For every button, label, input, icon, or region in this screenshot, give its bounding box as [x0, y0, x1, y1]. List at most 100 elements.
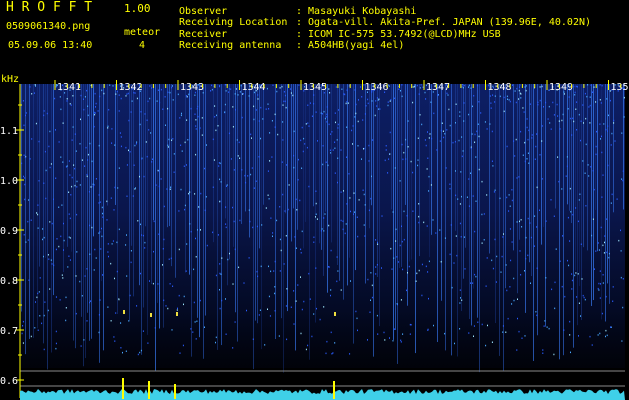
- noise-dot: [358, 99, 359, 101]
- meteor-echo: [176, 312, 178, 316]
- signal-streak: [261, 84, 262, 350]
- noise-dot: [489, 95, 491, 97]
- signal-streak: [309, 84, 310, 360]
- noise-dot: [159, 101, 161, 104]
- noise-dot: [527, 217, 529, 220]
- noise-dot: [475, 156, 477, 158]
- noise-dot: [125, 95, 127, 97]
- noise-dot: [248, 95, 250, 97]
- noise-dot: [511, 199, 513, 202]
- noise-dot: [195, 125, 197, 127]
- noise-dot: [83, 98, 84, 100]
- noise-dot: [353, 213, 354, 215]
- noise-dot: [186, 164, 187, 166]
- noise-dot: [328, 88, 330, 90]
- noise-dot: [583, 122, 584, 124]
- noise-dot: [376, 97, 378, 99]
- noise-dot: [98, 202, 100, 204]
- signal-streak: [319, 84, 320, 244]
- signal-streak: [73, 84, 74, 341]
- noise-dot: [190, 328, 192, 330]
- noise-dot: [75, 312, 77, 315]
- noise-dot: [409, 333, 411, 335]
- noise-dot: [403, 238, 405, 241]
- noise-dot: [39, 315, 41, 317]
- noise-dot: [253, 118, 255, 121]
- noise-dot: [129, 294, 131, 297]
- signal-streak: [331, 84, 332, 243]
- signal-streak: [419, 84, 420, 257]
- noise-dot: [430, 101, 432, 103]
- noise-dot: [368, 160, 370, 162]
- noise-dot: [251, 137, 252, 139]
- signal-streak: [33, 84, 34, 338]
- noise-dot: [234, 321, 236, 323]
- noise-dot: [65, 307, 67, 309]
- noise-dot: [107, 306, 109, 308]
- noise-dot: [60, 108, 62, 111]
- noise-dot: [425, 144, 427, 147]
- noise-dot: [331, 353, 333, 355]
- signal-streak: [75, 84, 76, 349]
- signal-streak: [567, 84, 568, 205]
- noise-dot: [585, 205, 587, 207]
- noise-dot: [412, 101, 414, 104]
- noise-dot: [140, 349, 142, 352]
- noise-dot: [377, 99, 379, 101]
- noise-dot: [98, 331, 100, 334]
- noise-dot: [281, 161, 283, 163]
- noise-dot: [389, 131, 391, 134]
- noise-dot: [284, 100, 286, 103]
- noise-dot: [58, 141, 60, 143]
- noise-dot: [384, 159, 386, 162]
- noise-dot: [290, 92, 292, 94]
- noise-dot: [520, 97, 522, 99]
- noise-dot: [135, 143, 137, 145]
- noise-dot: [92, 185, 94, 188]
- signal-streak: [143, 84, 144, 308]
- noise-dot: [324, 213, 326, 215]
- noise-dot: [520, 219, 522, 221]
- noise-dot: [270, 217, 272, 219]
- noise-dot: [472, 282, 474, 284]
- signal-streak: [107, 84, 108, 206]
- noise-dot: [150, 132, 152, 134]
- noise-dot: [206, 244, 208, 247]
- amplitude-trace: [20, 389, 625, 400]
- noise-dot: [228, 132, 230, 135]
- noise-dot: [499, 197, 501, 200]
- noise-dot: [267, 308, 268, 310]
- noise-dot: [172, 285, 174, 287]
- noise-dot: [293, 290, 295, 292]
- noise-dot: [43, 348, 45, 351]
- signal-streak: [157, 84, 158, 303]
- signal-streak: [327, 84, 328, 293]
- noise-dot: [428, 175, 430, 178]
- noise-dot: [55, 129, 56, 131]
- noise-dot: [265, 207, 267, 209]
- signal-streak: [513, 84, 514, 251]
- noise-dot: [332, 149, 334, 151]
- noise-dot: [527, 254, 529, 257]
- noise-dot: [351, 129, 353, 132]
- signal-streak: [543, 84, 544, 227]
- noise-dot: [315, 216, 316, 218]
- noise-dot: [85, 146, 87, 149]
- signal-streak: [587, 84, 588, 251]
- noise-dot: [129, 151, 131, 153]
- noise-dot: [75, 150, 77, 152]
- spectrogram-canvas: 1.1 1.0 0.9 0.8 0.7 0.6 1341 1342 1343 1344 1345 1…: [0, 80, 629, 400]
- noise-dot: [460, 297, 461, 299]
- noise-dot: [419, 87, 421, 89]
- noise-dot: [137, 353, 139, 356]
- noise-dot: [308, 272, 310, 275]
- noise-dot: [276, 90, 278, 93]
- noise-dot: [259, 309, 261, 311]
- noise-dot: [449, 124, 451, 127]
- noise-dot: [189, 223, 191, 225]
- noise-dot: [172, 138, 174, 140]
- noise-dot: [511, 303, 513, 305]
- noise-dot: [412, 171, 414, 174]
- noise-dot: [589, 104, 591, 107]
- info-label-observer: Observer: [179, 6, 228, 17]
